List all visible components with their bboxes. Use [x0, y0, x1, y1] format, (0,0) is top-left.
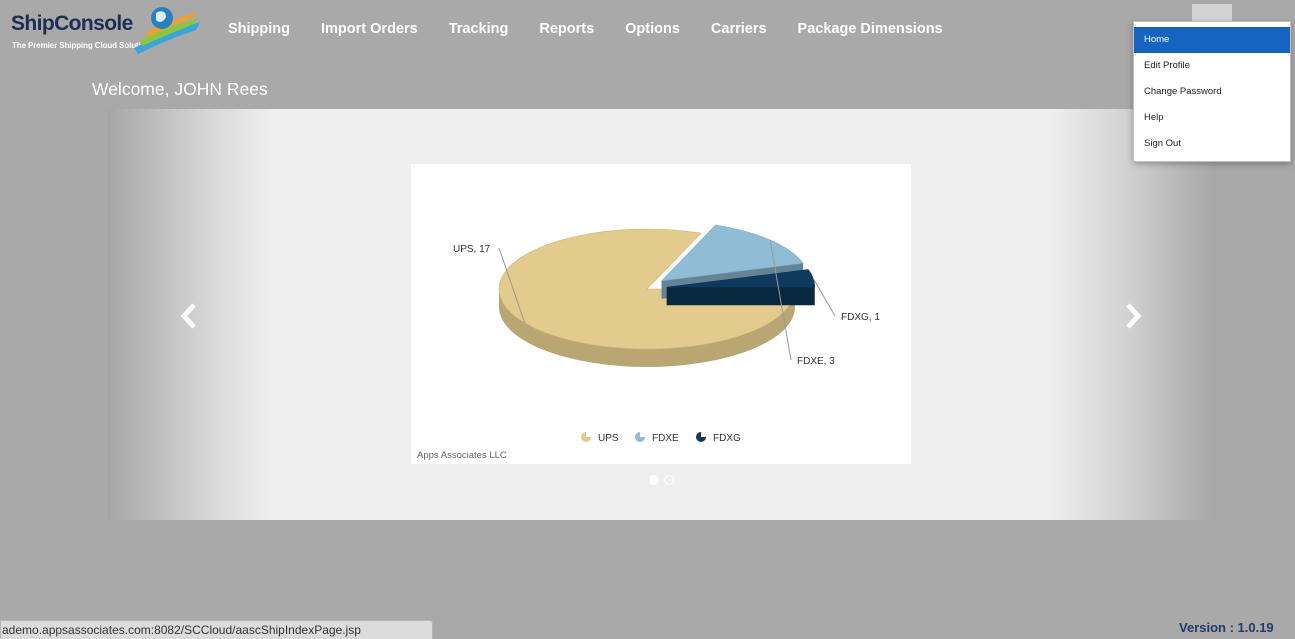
- brand-logo[interactable]: ShipConsole The Premier Shipping Cloud S…: [8, 4, 203, 56]
- data-label-fdxg: FDXG, 1: [841, 312, 880, 323]
- legend-item-fdxe[interactable]: FDXE: [635, 432, 679, 444]
- label-connector-fdxg: [812, 278, 836, 317]
- carrier-pie-chart: UPS, 17 FDXE, 3 FDXG, 1 UPS FDXE FDXG Apps As…: [411, 164, 911, 464]
- menu-item-sign-out[interactable]: Sign Out: [1134, 131, 1290, 157]
- nav-carriers[interactable]: Carriers: [711, 21, 767, 37]
- nav-import-orders[interactable]: Import Orders: [321, 21, 418, 37]
- dashboard-carousel: UPS, 17 FDXE, 3 FDXG, 1 UPS FDXE FDXG Apps As…: [108, 109, 1216, 520]
- menu-item-home[interactable]: Home: [1134, 27, 1290, 53]
- data-label-fdxe: FDXE, 3: [797, 356, 835, 367]
- chevron-right-icon[interactable]: [1122, 302, 1144, 330]
- legend-item-fdxg[interactable]: FDXG: [696, 432, 741, 444]
- nav-tracking[interactable]: Tracking: [449, 21, 509, 37]
- nav-shipping[interactable]: Shipping: [228, 21, 290, 37]
- menu-item-help[interactable]: Help: [1134, 105, 1290, 131]
- browser-status-url: ademo.appsassociates.com:8082/SCCloud/aa…: [0, 620, 433, 639]
- menu-item-edit-profile[interactable]: Edit Profile: [1134, 53, 1290, 79]
- data-label-ups: UPS, 17: [453, 244, 491, 255]
- legend-label-ups: UPS: [598, 433, 619, 444]
- nav-options[interactable]: Options: [625, 21, 680, 37]
- menu-item-change-password[interactable]: Change Password: [1134, 79, 1290, 105]
- main-nav: Shipping Import Orders Tracking Reports …: [228, 21, 974, 37]
- legend-label-fdxg: FDXG: [713, 433, 741, 444]
- legend-item-ups[interactable]: UPS: [581, 432, 619, 444]
- carousel-dot-2[interactable]: [664, 475, 674, 485]
- nav-reports[interactable]: Reports: [539, 21, 594, 37]
- chevron-left-icon[interactable]: [178, 302, 200, 330]
- welcome-message: Welcome, JOHN Rees: [92, 79, 268, 99]
- user-dropdown-menu: Home Edit Profile Change Password Help S…: [1133, 21, 1291, 162]
- pie-chart-svg: UPS, 17 FDXE, 3 FDXG, 1 UPS FDXE FDXG: [453, 224, 880, 444]
- brand-name: ShipConsole: [11, 12, 133, 35]
- globe-logo-icon: [134, 7, 200, 54]
- chart-credit: Apps Associates LLC: [417, 450, 507, 461]
- carousel-indicators: [649, 475, 679, 485]
- nav-package-dimensions[interactable]: Package Dimensions: [798, 21, 943, 37]
- carousel-dot-1[interactable]: [649, 475, 659, 485]
- legend-label-fdxe: FDXE: [652, 433, 679, 444]
- version-label: Version : 1.0.19: [1179, 620, 1274, 635]
